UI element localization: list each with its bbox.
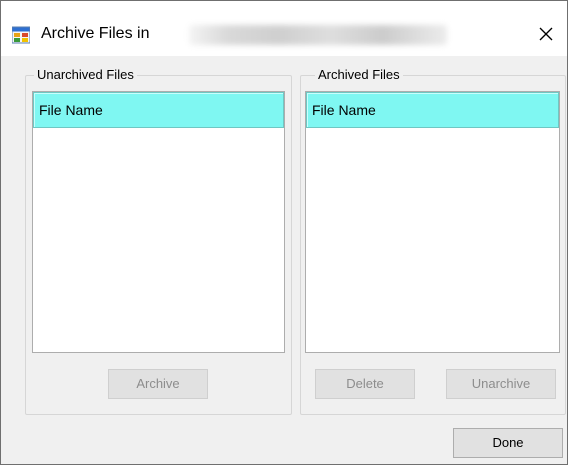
unarchive-button[interactable]: Unarchive xyxy=(446,369,556,399)
archive-files-dialog: Archive Files in Unarchived Files File N… xyxy=(0,0,568,465)
unarchived-file-name-column-header[interactable]: File Name xyxy=(33,92,284,128)
delete-button[interactable]: Delete xyxy=(315,369,415,399)
redacted-path xyxy=(189,25,447,45)
archived-files-legend: Archived Files xyxy=(315,67,403,83)
archived-files-group: Archived Files File Name Delete Unarchiv… xyxy=(300,67,566,415)
unarchived-files-legend: Unarchived Files xyxy=(34,67,137,83)
column-header-label: File Name xyxy=(39,102,103,118)
window-title: Archive Files in xyxy=(41,25,150,42)
title-bar[interactable]: Archive Files in xyxy=(1,1,567,56)
done-button[interactable]: Done xyxy=(453,428,563,458)
archived-file-name-column-header[interactable]: File Name xyxy=(306,92,559,128)
app-form-icon xyxy=(12,26,30,44)
archived-files-list[interactable]: File Name xyxy=(305,91,560,353)
archive-button[interactable]: Archive xyxy=(108,369,208,399)
close-button[interactable] xyxy=(529,19,563,49)
column-header-label: File Name xyxy=(312,102,376,118)
close-icon xyxy=(539,27,553,41)
unarchived-files-group: Unarchived Files File Name Archive xyxy=(25,67,292,415)
unarchived-files-list[interactable]: File Name xyxy=(32,91,285,353)
